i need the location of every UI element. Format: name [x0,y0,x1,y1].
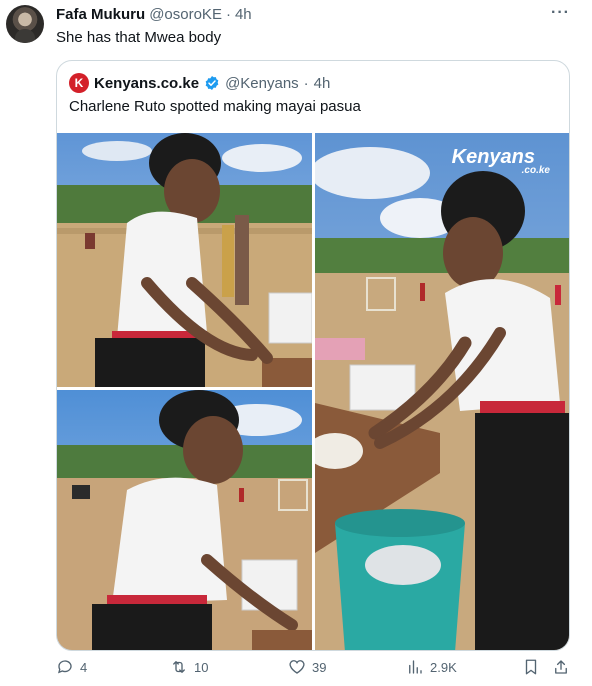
reply-icon [58,660,72,674]
view-count: 2.9K [430,659,457,675]
quoted-tweet[interactable]: K Kenyans.co.ke @Kenyans · 4h Charlene R… [56,60,570,651]
kenyans-watermark-suffix: .co.ke [522,165,551,176]
photo-3-scene: Kenyans .co.ke [315,133,569,650]
separator-dot: · [303,74,309,92]
quoted-timestamp[interactable]: 4h [314,75,331,92]
avatar[interactable] [6,5,44,43]
author-handle[interactable]: @osoroKE [149,6,222,23]
timestamp[interactable]: 4h [235,6,252,23]
tweet-text: She has that Mwea body [56,29,222,46]
action-bar: 4 10 39 2.9K [56,658,570,678]
reply-button[interactable]: 4 [56,658,87,676]
repost-button[interactable]: 10 [170,658,208,676]
share-button[interactable] [552,658,570,676]
verified-badge-icon [205,76,219,90]
views-button[interactable]: 2.9K [406,658,457,676]
repost-icon [173,661,185,673]
bookmark-icon [525,659,537,675]
more-dots-icon[interactable]: ··· [551,4,570,22]
repost-count: 10 [194,659,209,675]
heart-icon [289,660,305,674]
tweet-header: Fafa Mukuru @osoroKE · 4h [56,6,252,23]
quoted-author-handle[interactable]: @Kenyans [225,75,299,92]
photo-1[interactable] [57,133,312,387]
photo-3[interactable]: Kenyans .co.ke [315,133,569,650]
bookmark-button[interactable] [522,658,540,676]
photo-2[interactable] [57,390,312,650]
photo-1-scene [57,133,312,387]
author-name[interactable]: Fafa Mukuru [56,6,145,23]
kenyans-logo-icon[interactable]: K [69,73,89,93]
quoted-author-name[interactable]: Kenyans.co.ke [94,75,199,92]
photo-2-scene [57,390,312,650]
media-grid: Kenyans .co.ke [57,133,569,650]
like-count: 39 [312,659,327,675]
views-chart-icon [409,660,422,674]
quoted-tweet-text: Charlene Ruto spotted making mayai pasua [69,98,361,115]
reply-count: 4 [80,659,88,675]
tweet[interactable]: Fafa Mukuru @osoroKE · 4h ··· She has th… [0,0,592,686]
separator-dot: · [225,6,231,23]
share-icon [555,660,567,674]
like-button[interactable]: 39 [288,658,326,676]
quoted-tweet-header: K Kenyans.co.ke @Kenyans · 4h [69,73,330,93]
